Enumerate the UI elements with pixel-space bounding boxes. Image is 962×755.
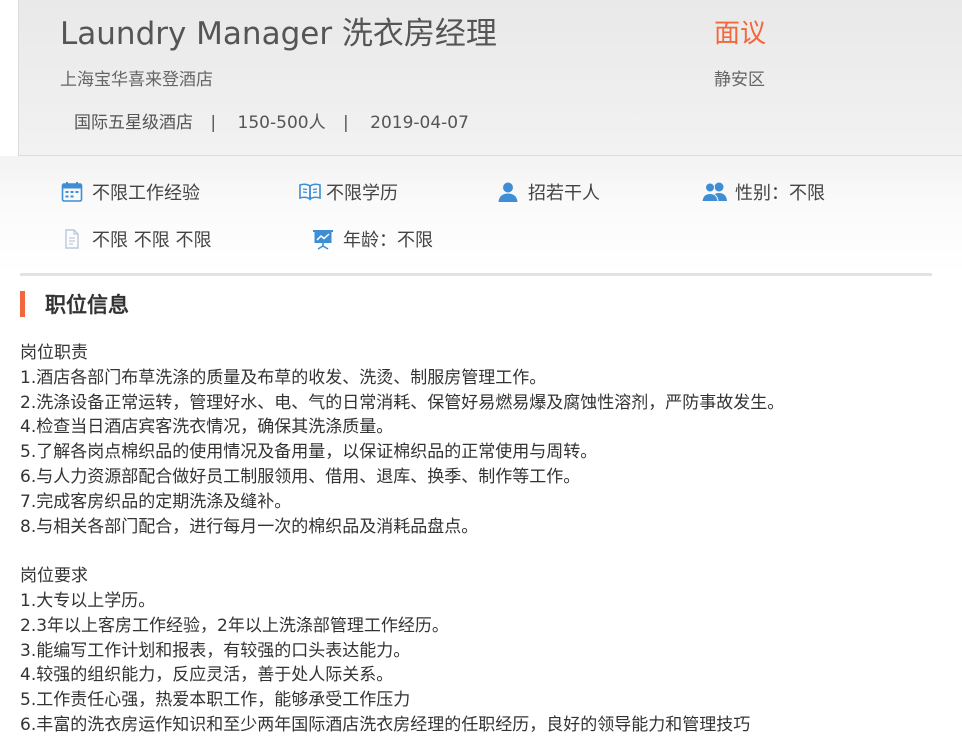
requirement-education: 不限学历 bbox=[298, 178, 398, 206]
divider bbox=[20, 273, 932, 276]
list-item: 2.3年以上客房工作经验，2年以上洗涤部管理工作经历。 bbox=[20, 615, 449, 636]
people-icon bbox=[701, 180, 729, 204]
headcount-label: 招若干人 bbox=[528, 183, 600, 204]
job-district: 静安区 bbox=[714, 70, 765, 90]
job-requirements: 不限工作经验 不限学历 招若干人 性别：不限 不限 不限 不限 年龄：不限 bbox=[0, 156, 962, 274]
meta-separator: | bbox=[342, 113, 349, 133]
document-icon bbox=[60, 227, 84, 251]
requirements-heading: 岗位要求 bbox=[20, 566, 88, 587]
list-item: 2.洗涤设备正常运转，管理好水、电、气的日常消耗、保管好易燃易爆及腐蚀性溶剂，严… bbox=[20, 392, 785, 413]
list-item: 6.与人力资源部配合做好员工制服领用、借用、退库、换季、制作等工作。 bbox=[20, 466, 581, 487]
requirement-other: 不限 不限 不限 bbox=[60, 225, 211, 253]
job-header-card: Laundry Manager 洗衣房经理 面议 上海宝华喜来登酒店 静安区 国… bbox=[18, 0, 962, 156]
list-item: 7.完成客房织品的定期洗涤及缝补。 bbox=[20, 491, 292, 512]
gender-label: 性别：不限 bbox=[735, 183, 825, 204]
calendar-icon bbox=[60, 180, 84, 204]
list-item: 4.检查当日酒店宾客洗衣情况，确保其洗涤质量。 bbox=[20, 417, 394, 438]
section-title: 职位信息 bbox=[45, 293, 129, 317]
job-detail-page: Laundry Manager 洗衣房经理 面议 上海宝华喜来登酒店 静安区 国… bbox=[0, 0, 962, 755]
requirement-experience: 不限工作经验 bbox=[60, 178, 200, 206]
duties-heading: 岗位职责 bbox=[20, 343, 88, 363]
section-accent-bar bbox=[20, 291, 25, 317]
list-item: 4.较强的组织能力，反应灵活，善于处人际关系。 bbox=[20, 665, 394, 686]
company-meta: 国际五星级酒店 | 150-500人 | 2019-04-07 bbox=[74, 111, 469, 135]
other-requirements-label: 不限 不限 不限 bbox=[92, 230, 212, 251]
list-item: 3.能编写工作计划和报表，有较强的口头表达能力。 bbox=[20, 640, 411, 661]
requirement-age: 年龄：不限 bbox=[311, 225, 433, 253]
list-item: 8.与相关各部门配合，进行每月一次的棉织品及消耗品盘点。 bbox=[20, 516, 479, 537]
section-heading: 职位信息 bbox=[20, 290, 129, 318]
presentation-icon bbox=[311, 227, 335, 251]
age-label: 年龄：不限 bbox=[343, 230, 433, 251]
list-item: 1.大专以上学历。 bbox=[20, 590, 156, 611]
education-label: 不限学历 bbox=[326, 183, 398, 204]
list-item: 5.工作责任心强，热爱本职工作，能够承受工作压力 bbox=[20, 690, 411, 711]
list-item: 5.了解各岗点棉织品的使用情况及备用量，以保证棉织品的正常使用与周转。 bbox=[20, 442, 598, 463]
salary: 面议 bbox=[714, 19, 767, 49]
company-name-link[interactable]: 上海宝华喜来登酒店 bbox=[60, 68, 213, 92]
job-description: 岗位职责 1.酒店各部门布草洗涤的质量及布草的收发、洗烫、制服房管理工作。 2.… bbox=[20, 341, 955, 738]
requirement-headcount: 招若干人 bbox=[496, 178, 600, 206]
list-item: 6.丰富的洗衣房运作知识和至少两年国际酒店洗衣房经理的任职经历，良好的领导能力和… bbox=[20, 714, 751, 735]
post-date: 2019-04-07 bbox=[370, 113, 469, 133]
meta-separator: | bbox=[210, 113, 217, 133]
company-size: 150-500人 bbox=[237, 113, 326, 133]
job-title: Laundry Manager 洗衣房经理 bbox=[60, 16, 497, 52]
experience-label: 不限工作经验 bbox=[92, 183, 200, 204]
book-icon bbox=[298, 180, 322, 204]
list-item: 1.酒店各部门布草洗涤的质量及布草的收发、洗烫、制服房管理工作。 bbox=[20, 367, 547, 388]
person-icon bbox=[496, 180, 520, 204]
requirement-gender: 性别：不限 bbox=[701, 178, 825, 206]
company-industry: 国际五星级酒店 bbox=[74, 113, 193, 133]
